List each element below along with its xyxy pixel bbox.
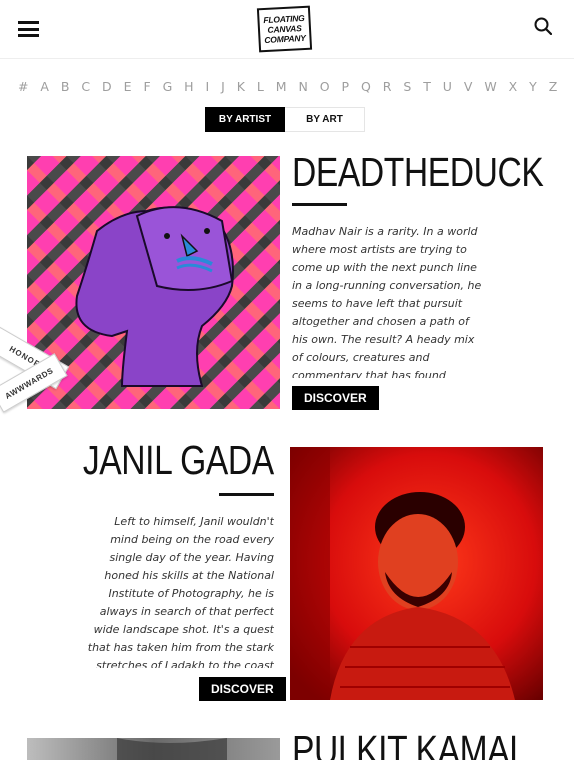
alphabet-letter[interactable]: D — [102, 79, 112, 94]
alphabet-letter[interactable]: Q — [361, 79, 371, 94]
alphabet-letter[interactable]: F — [143, 79, 151, 94]
alphabet-letter[interactable]: Z — [549, 79, 558, 94]
artist-name[interactable]: DEADTHEDUCK — [292, 152, 544, 193]
artist-name[interactable]: JANIL GADA — [83, 440, 274, 481]
artist-photo[interactable] — [27, 738, 280, 760]
alphabet-letter[interactable]: K — [237, 79, 246, 94]
alphabet-letter[interactable]: S — [403, 79, 411, 94]
artist-photo[interactable] — [290, 447, 543, 700]
artist-bio: Left to himself, Janil wouldn't mind bei… — [87, 515, 274, 668]
alphabet-letter[interactable]: N — [298, 79, 308, 94]
logo-line: COMPANY — [264, 32, 306, 46]
alphabet-letter[interactable]: I — [206, 79, 210, 94]
discover-button[interactable]: DISCOVER — [199, 677, 286, 701]
menu-icon[interactable] — [18, 21, 39, 37]
alphabet-letter[interactable]: # — [18, 79, 29, 94]
alphabet-filter: # A B C D E F G H I J K L M N O P Q R S … — [18, 79, 558, 94]
title-divider — [219, 493, 274, 496]
portrait-photo — [290, 447, 543, 700]
title-divider — [292, 203, 347, 206]
view-toggle: BY ARTIST BY ART — [205, 107, 365, 132]
alphabet-letter[interactable]: L — [257, 79, 264, 94]
search-icon[interactable] — [534, 17, 552, 35]
site-header: FLOATING CANVAS COMPANY — [0, 0, 574, 59]
discover-button[interactable]: DISCOVER — [292, 386, 379, 410]
alphabet-letter[interactable]: V — [464, 79, 473, 94]
site-logo[interactable]: FLOATING CANVAS COMPANY — [256, 5, 313, 53]
alphabet-letter[interactable]: P — [342, 79, 350, 94]
portrait-photo — [27, 738, 280, 760]
alphabet-letter[interactable]: M — [276, 79, 287, 94]
by-art-tab[interactable]: BY ART — [285, 107, 365, 132]
alphabet-letter[interactable]: U — [443, 79, 453, 94]
alphabet-letter[interactable]: T — [423, 79, 431, 94]
alphabet-letter[interactable]: W — [484, 79, 497, 94]
alphabet-letter[interactable]: J — [221, 79, 225, 94]
artist-bio: Madhav Nair is a rarity. In a world wher… — [292, 225, 482, 378]
alphabet-letter[interactable]: G — [163, 79, 173, 94]
artist-name[interactable]: PULKIT KAMAL — [292, 730, 528, 760]
alphabet-letter[interactable]: Y — [529, 79, 537, 94]
alphabet-letter[interactable]: A — [40, 79, 49, 94]
alphabet-letter[interactable]: H — [184, 79, 194, 94]
alphabet-letter[interactable]: O — [320, 79, 330, 94]
alphabet-letter[interactable]: C — [81, 79, 90, 94]
alphabet-letter[interactable]: B — [61, 79, 70, 94]
alphabet-letter[interactable]: E — [124, 79, 132, 94]
by-artist-tab[interactable]: BY ARTIST — [205, 107, 285, 132]
alphabet-letter[interactable]: R — [383, 79, 392, 94]
alphabet-letter[interactable]: X — [509, 79, 518, 94]
